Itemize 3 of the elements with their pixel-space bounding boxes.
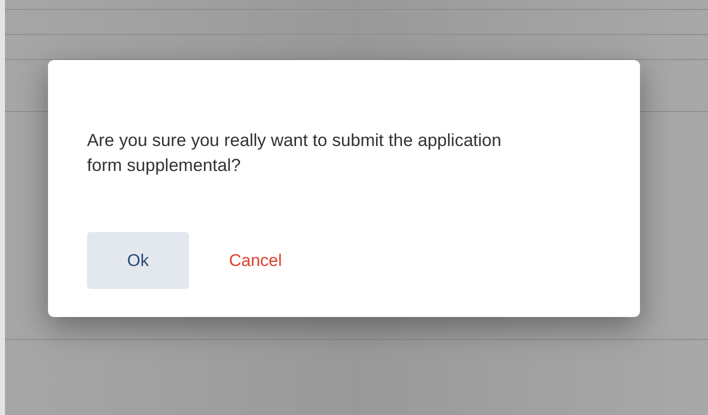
cancel-button[interactable]: Cancel xyxy=(229,232,282,289)
dialog-message: Are you sure you really want to submit the application form supplemental? xyxy=(87,129,502,177)
ok-button[interactable]: Ok xyxy=(87,232,189,289)
